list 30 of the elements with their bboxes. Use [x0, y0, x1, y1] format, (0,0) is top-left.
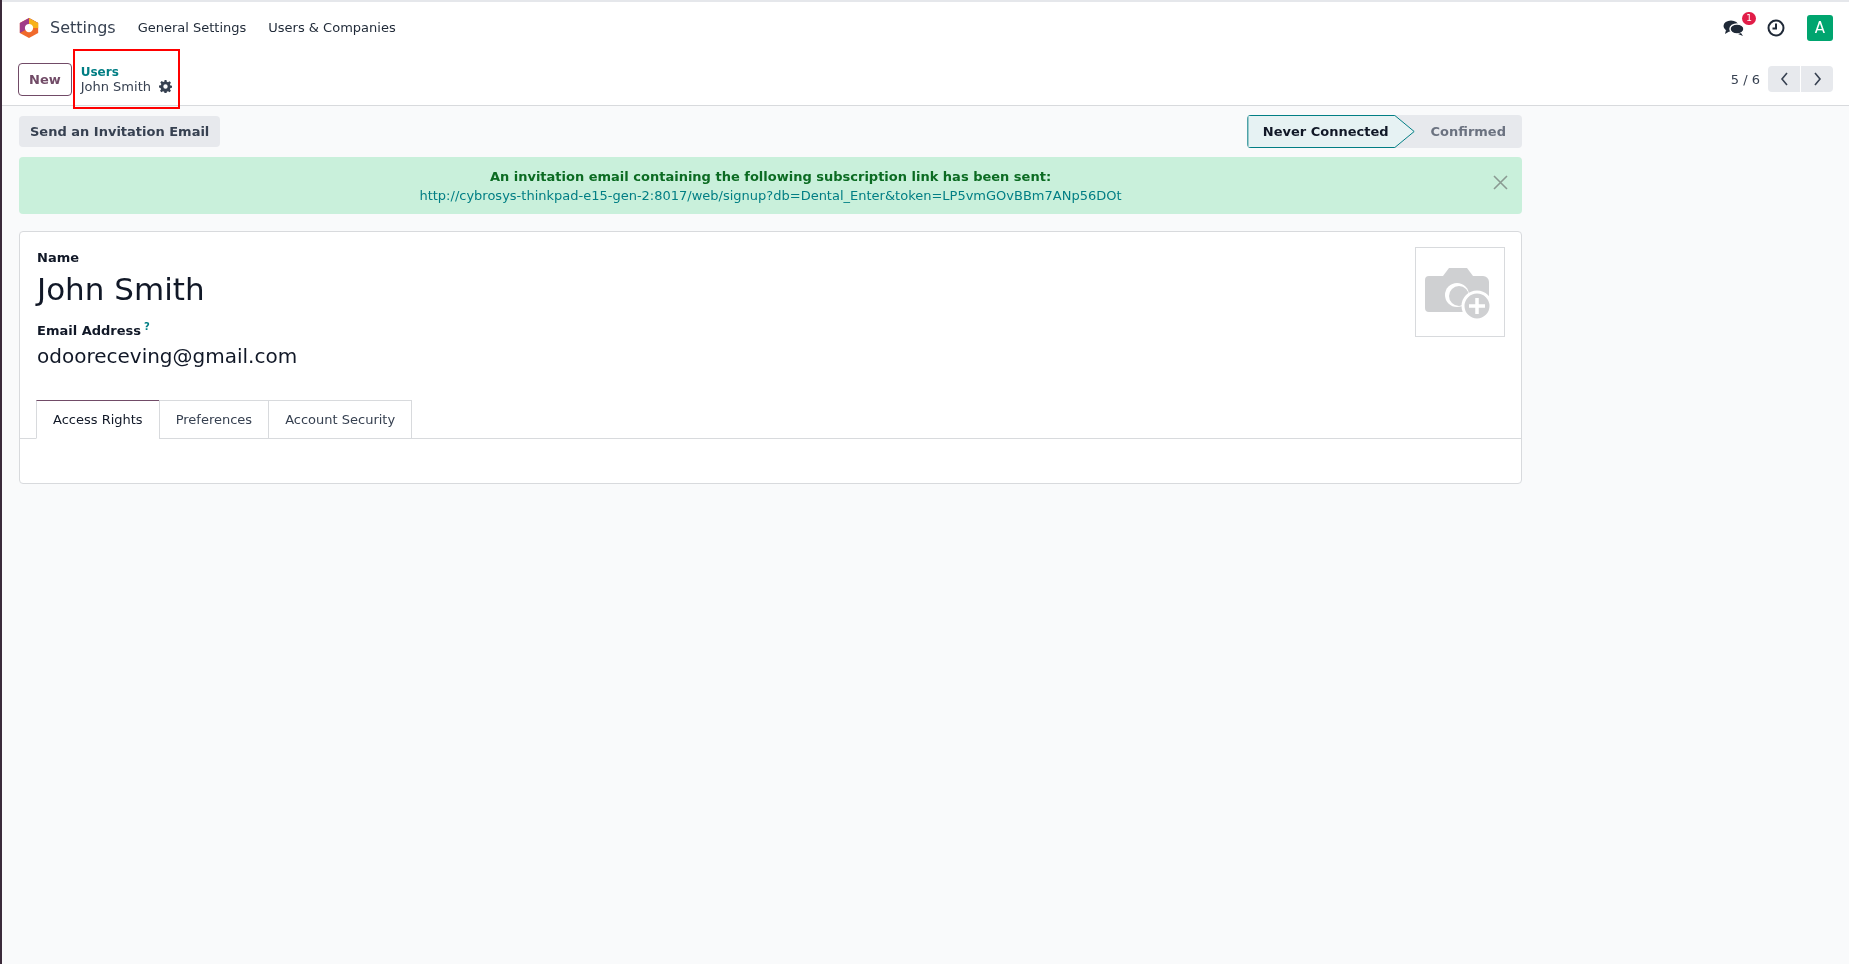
signup-link[interactable]: http://cybrosys-thinkpad-e15-gen-2:8017/web/signup?db=Dental_Enter&token=LP5vmGOvBBm7ANp56DOt — [419, 187, 1122, 203]
chevron-right-icon — [1812, 72, 1822, 86]
form-tab[interactable]: Preferences — [158, 400, 270, 440]
form-tab[interactable]: Access Rights — [36, 400, 160, 440]
new-button[interactable]: New — [18, 62, 72, 96]
alert-message: An invitation email containing the following subscription link has been sent: — [489, 168, 1052, 184]
name-value[interactable]: John Smith — [37, 271, 205, 307]
form-tab[interactable]: Account Security — [268, 400, 413, 440]
field-label: Name — [37, 250, 79, 265]
breadcrumb-link[interactable]: Users — [80, 64, 172, 79]
close-icon — [1493, 175, 1508, 190]
status-stage[interactable]: Confirmed — [1414, 114, 1522, 148]
clock-icon[interactable] — [1767, 18, 1785, 37]
chevron-left-icon — [1779, 72, 1789, 86]
chat-icon[interactable] — [1723, 18, 1745, 37]
app-logo-icon — [18, 16, 40, 39]
app-name[interactable]: Settings — [50, 18, 116, 37]
status-stage[interactable]: Never Connected — [1246, 114, 1415, 148]
email-value[interactable]: odooreceving@gmail.com — [37, 344, 298, 369]
help-tooltip[interactable]: ? — [144, 321, 150, 332]
pager-counter: 5 / 6 — [1730, 71, 1760, 87]
settings-icon[interactable] — [159, 79, 172, 93]
record-title: John Smith — [80, 78, 151, 94]
menu-item[interactable]: Users & Companies — [268, 20, 396, 35]
menu-item[interactable]: General Settings — [137, 20, 247, 35]
field-label: Email Address — [37, 323, 141, 339]
notification-badge: 1 — [1742, 11, 1756, 25]
invite-button[interactable]: Send an Invitation Email — [19, 115, 221, 147]
previous-button[interactable] — [1768, 66, 1800, 92]
next-button[interactable] — [1801, 66, 1833, 92]
